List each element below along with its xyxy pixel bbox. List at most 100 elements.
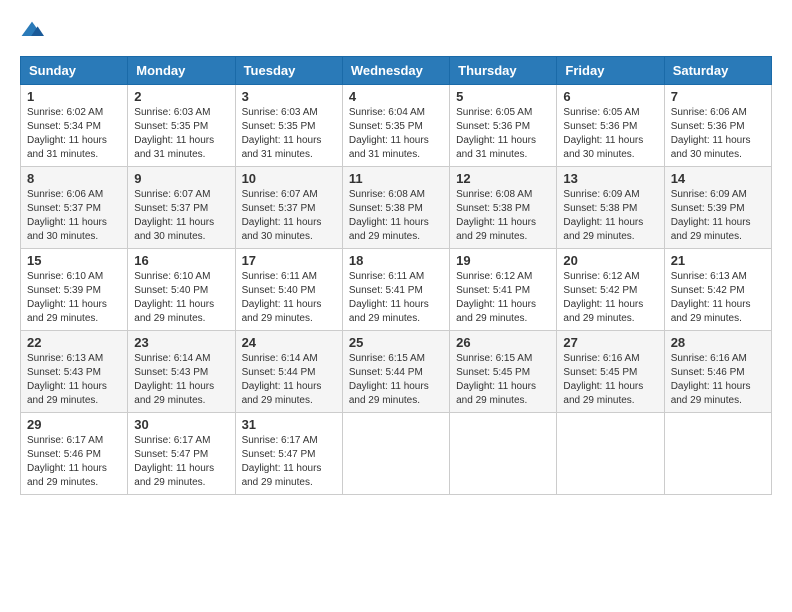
day-number: 8	[27, 171, 121, 186]
calendar-cell: 1 Sunrise: 6:02 AM Sunset: 5:34 PM Dayli…	[21, 85, 128, 167]
calendar-cell: 8 Sunrise: 6:06 AM Sunset: 5:37 PM Dayli…	[21, 167, 128, 249]
day-info: Sunrise: 6:15 AM Sunset: 5:45 PM Dayligh…	[456, 352, 550, 408]
calendar-cell	[450, 413, 557, 495]
calendar-week-1: 1 Sunrise: 6:02 AM Sunset: 5:34 PM Dayli…	[21, 85, 772, 167]
day-info: Sunrise: 6:10 AM Sunset: 5:40 PM Dayligh…	[134, 270, 228, 326]
calendar-cell: 11 Sunrise: 6:08 AM Sunset: 5:38 PM Dayl…	[342, 167, 449, 249]
day-number: 15	[27, 253, 121, 268]
day-info: Sunrise: 6:14 AM Sunset: 5:44 PM Dayligh…	[242, 352, 336, 408]
calendar-cell: 31 Sunrise: 6:17 AM Sunset: 5:47 PM Dayl…	[235, 413, 342, 495]
day-number: 17	[242, 253, 336, 268]
day-info: Sunrise: 6:07 AM Sunset: 5:37 PM Dayligh…	[134, 188, 228, 244]
day-number: 6	[563, 89, 657, 104]
day-info: Sunrise: 6:03 AM Sunset: 5:35 PM Dayligh…	[134, 106, 228, 162]
weekday-header-tuesday: Tuesday	[235, 57, 342, 85]
day-number: 12	[456, 171, 550, 186]
calendar-cell: 27 Sunrise: 6:16 AM Sunset: 5:45 PM Dayl…	[557, 331, 664, 413]
calendar-cell: 4 Sunrise: 6:04 AM Sunset: 5:35 PM Dayli…	[342, 85, 449, 167]
day-number: 14	[671, 171, 765, 186]
day-info: Sunrise: 6:10 AM Sunset: 5:39 PM Dayligh…	[27, 270, 121, 326]
day-info: Sunrise: 6:05 AM Sunset: 5:36 PM Dayligh…	[563, 106, 657, 162]
day-info: Sunrise: 6:07 AM Sunset: 5:37 PM Dayligh…	[242, 188, 336, 244]
calendar-cell: 28 Sunrise: 6:16 AM Sunset: 5:46 PM Dayl…	[664, 331, 771, 413]
weekday-header-monday: Monday	[128, 57, 235, 85]
day-number: 19	[456, 253, 550, 268]
calendar-week-2: 8 Sunrise: 6:06 AM Sunset: 5:37 PM Dayli…	[21, 167, 772, 249]
day-number: 26	[456, 335, 550, 350]
day-number: 23	[134, 335, 228, 350]
calendar-cell: 18 Sunrise: 6:11 AM Sunset: 5:41 PM Dayl…	[342, 249, 449, 331]
calendar-cell: 23 Sunrise: 6:14 AM Sunset: 5:43 PM Dayl…	[128, 331, 235, 413]
day-info: Sunrise: 6:11 AM Sunset: 5:41 PM Dayligh…	[349, 270, 443, 326]
calendar-cell: 15 Sunrise: 6:10 AM Sunset: 5:39 PM Dayl…	[21, 249, 128, 331]
day-info: Sunrise: 6:11 AM Sunset: 5:40 PM Dayligh…	[242, 270, 336, 326]
day-number: 29	[27, 417, 121, 432]
day-number: 1	[27, 89, 121, 104]
calendar-cell: 25 Sunrise: 6:15 AM Sunset: 5:44 PM Dayl…	[342, 331, 449, 413]
calendar-cell: 17 Sunrise: 6:11 AM Sunset: 5:40 PM Dayl…	[235, 249, 342, 331]
calendar-cell: 14 Sunrise: 6:09 AM Sunset: 5:39 PM Dayl…	[664, 167, 771, 249]
day-number: 16	[134, 253, 228, 268]
calendar-cell: 24 Sunrise: 6:14 AM Sunset: 5:44 PM Dayl…	[235, 331, 342, 413]
day-info: Sunrise: 6:12 AM Sunset: 5:41 PM Dayligh…	[456, 270, 550, 326]
calendar-cell: 12 Sunrise: 6:08 AM Sunset: 5:38 PM Dayl…	[450, 167, 557, 249]
calendar-cell: 21 Sunrise: 6:13 AM Sunset: 5:42 PM Dayl…	[664, 249, 771, 331]
calendar-cell: 3 Sunrise: 6:03 AM Sunset: 5:35 PM Dayli…	[235, 85, 342, 167]
day-info: Sunrise: 6:13 AM Sunset: 5:42 PM Dayligh…	[671, 270, 765, 326]
weekday-header-thursday: Thursday	[450, 57, 557, 85]
day-number: 5	[456, 89, 550, 104]
day-number: 18	[349, 253, 443, 268]
day-number: 27	[563, 335, 657, 350]
day-number: 20	[563, 253, 657, 268]
calendar-cell: 6 Sunrise: 6:05 AM Sunset: 5:36 PM Dayli…	[557, 85, 664, 167]
calendar-cell: 30 Sunrise: 6:17 AM Sunset: 5:47 PM Dayl…	[128, 413, 235, 495]
calendar-table: SundayMondayTuesdayWednesdayThursdayFrid…	[20, 56, 772, 495]
calendar-week-4: 22 Sunrise: 6:13 AM Sunset: 5:43 PM Dayl…	[21, 331, 772, 413]
day-number: 9	[134, 171, 228, 186]
calendar-cell: 22 Sunrise: 6:13 AM Sunset: 5:43 PM Dayl…	[21, 331, 128, 413]
weekday-header-sunday: Sunday	[21, 57, 128, 85]
calendar-cell: 7 Sunrise: 6:06 AM Sunset: 5:36 PM Dayli…	[664, 85, 771, 167]
day-number: 11	[349, 171, 443, 186]
day-number: 22	[27, 335, 121, 350]
day-info: Sunrise: 6:08 AM Sunset: 5:38 PM Dayligh…	[456, 188, 550, 244]
calendar-cell	[664, 413, 771, 495]
calendar-cell	[342, 413, 449, 495]
calendar-week-3: 15 Sunrise: 6:10 AM Sunset: 5:39 PM Dayl…	[21, 249, 772, 331]
day-info: Sunrise: 6:17 AM Sunset: 5:47 PM Dayligh…	[242, 434, 336, 490]
day-number: 21	[671, 253, 765, 268]
weekday-header-friday: Friday	[557, 57, 664, 85]
day-info: Sunrise: 6:17 AM Sunset: 5:46 PM Dayligh…	[27, 434, 121, 490]
day-info: Sunrise: 6:06 AM Sunset: 5:36 PM Dayligh…	[671, 106, 765, 162]
day-info: Sunrise: 6:09 AM Sunset: 5:39 PM Dayligh…	[671, 188, 765, 244]
calendar-cell: 10 Sunrise: 6:07 AM Sunset: 5:37 PM Dayl…	[235, 167, 342, 249]
day-number: 4	[349, 89, 443, 104]
day-info: Sunrise: 6:16 AM Sunset: 5:45 PM Dayligh…	[563, 352, 657, 408]
calendar-cell: 20 Sunrise: 6:12 AM Sunset: 5:42 PM Dayl…	[557, 249, 664, 331]
day-info: Sunrise: 6:09 AM Sunset: 5:38 PM Dayligh…	[563, 188, 657, 244]
day-info: Sunrise: 6:13 AM Sunset: 5:43 PM Dayligh…	[27, 352, 121, 408]
day-info: Sunrise: 6:17 AM Sunset: 5:47 PM Dayligh…	[134, 434, 228, 490]
calendar-cell	[557, 413, 664, 495]
day-info: Sunrise: 6:08 AM Sunset: 5:38 PM Dayligh…	[349, 188, 443, 244]
calendar-week-5: 29 Sunrise: 6:17 AM Sunset: 5:46 PM Dayl…	[21, 413, 772, 495]
day-info: Sunrise: 6:06 AM Sunset: 5:37 PM Dayligh…	[27, 188, 121, 244]
calendar-cell: 16 Sunrise: 6:10 AM Sunset: 5:40 PM Dayl…	[128, 249, 235, 331]
day-number: 25	[349, 335, 443, 350]
day-info: Sunrise: 6:02 AM Sunset: 5:34 PM Dayligh…	[27, 106, 121, 162]
weekday-header-saturday: Saturday	[664, 57, 771, 85]
day-number: 10	[242, 171, 336, 186]
day-number: 7	[671, 89, 765, 104]
day-info: Sunrise: 6:05 AM Sunset: 5:36 PM Dayligh…	[456, 106, 550, 162]
day-number: 3	[242, 89, 336, 104]
day-info: Sunrise: 6:12 AM Sunset: 5:42 PM Dayligh…	[563, 270, 657, 326]
calendar-cell: 19 Sunrise: 6:12 AM Sunset: 5:41 PM Dayl…	[450, 249, 557, 331]
day-info: Sunrise: 6:14 AM Sunset: 5:43 PM Dayligh…	[134, 352, 228, 408]
calendar-cell: 29 Sunrise: 6:17 AM Sunset: 5:46 PM Dayl…	[21, 413, 128, 495]
header	[20, 20, 772, 40]
calendar-cell: 13 Sunrise: 6:09 AM Sunset: 5:38 PM Dayl…	[557, 167, 664, 249]
logo-icon	[20, 20, 44, 40]
logo	[20, 20, 48, 40]
day-number: 2	[134, 89, 228, 104]
day-info: Sunrise: 6:16 AM Sunset: 5:46 PM Dayligh…	[671, 352, 765, 408]
